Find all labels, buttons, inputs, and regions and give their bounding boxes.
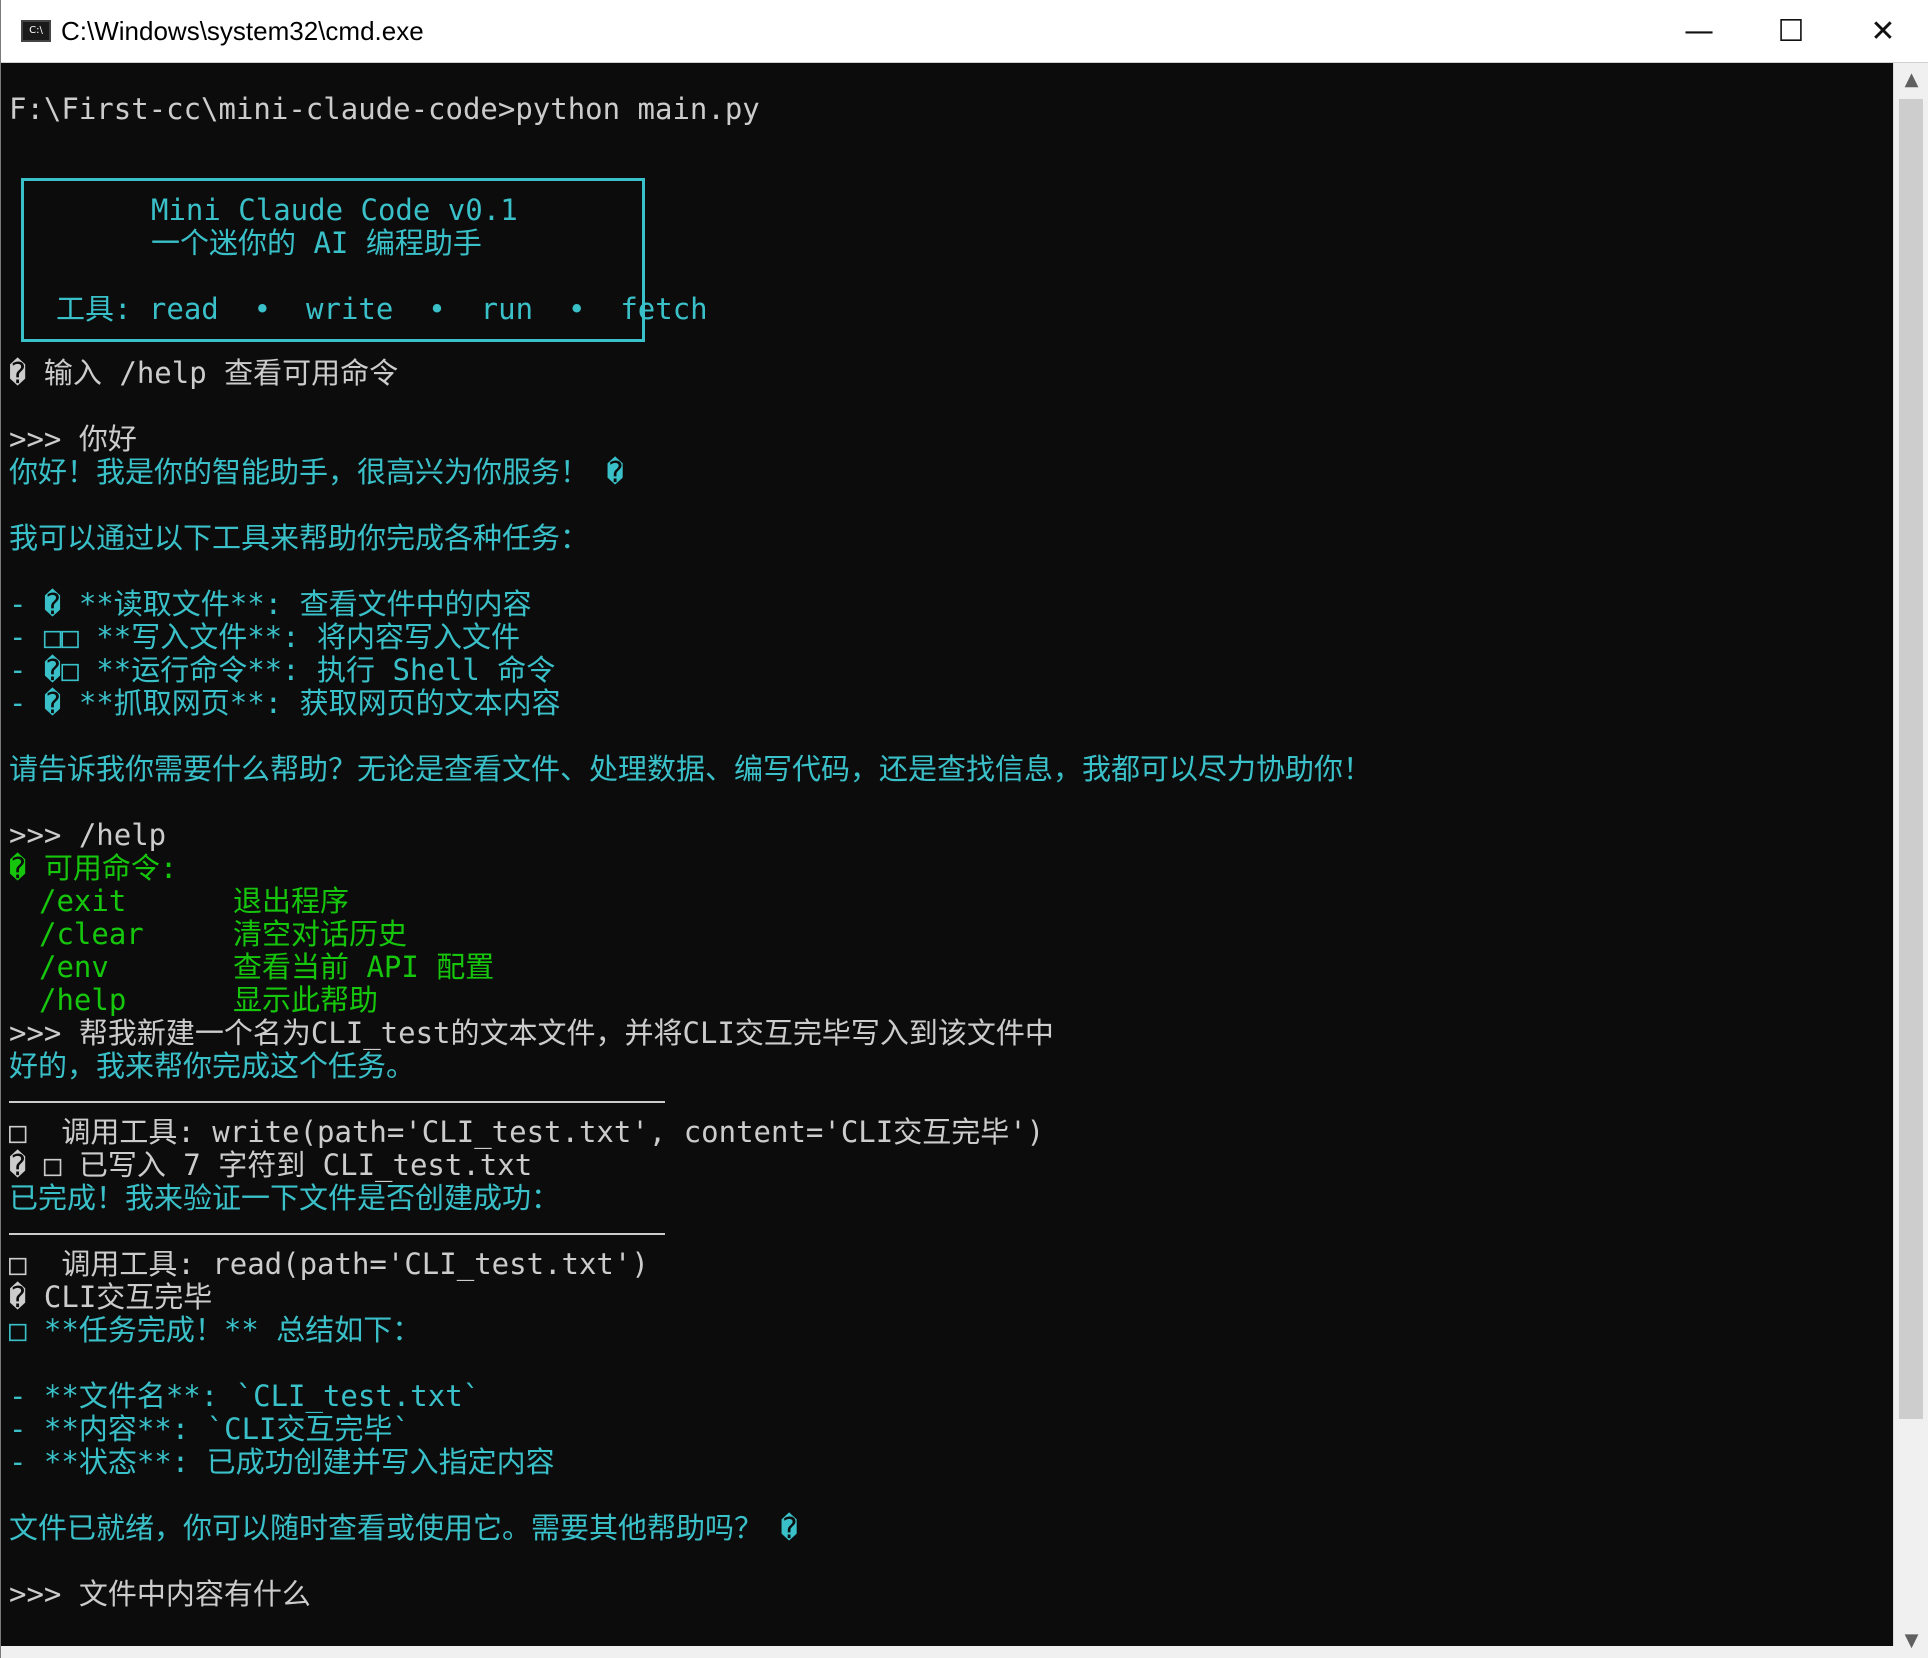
user-input-3: >>> 帮我新建一个名为CLI_test的文本文件，并将CLI交互完毕写入到该文… (9, 1016, 1054, 1050)
assistant-reply-3-bullet2: - **内容**: `CLI交互完毕` (9, 1412, 410, 1446)
banner-tools: 工具: read • write • run • fetch (56, 292, 708, 326)
scroll-down-button[interactable]: ▼ (1894, 1624, 1928, 1658)
close-button[interactable]: ✕ (1837, 0, 1928, 62)
tool-result-read: � CLI交互完毕 (9, 1280, 213, 1314)
bottom-edge (1, 1646, 1894, 1658)
assistant-reply-3-bullet3: - **状态**: 已成功创建并写入指定内容 (9, 1445, 555, 1479)
banner-title: Mini Claude Code v0.1 (151, 193, 518, 227)
separator-rule-2 (9, 1233, 665, 1235)
assistant-reply-1-bullet3: - �□ **运行命令**: 执行 Shell 命令 (9, 653, 556, 687)
console-output[interactable]: F:\First-cc\mini-claude-code>python main… (1, 63, 1894, 1646)
assistant-reply-3-line3: □ **任务完成！** 总结如下： (9, 1313, 422, 1347)
vertical-scrollbar[interactable]: ▲ ▼ (1893, 63, 1928, 1658)
help-desc-exit: 退出程序 (233, 884, 350, 918)
user-input-2: >>> /help (9, 818, 167, 852)
banner-subtitle: 一个迷你的 AI 编程助手 (151, 226, 482, 260)
assistant-reply-1-line1: 你好！我是你的智能助手，很高兴为你服务！ � (9, 455, 624, 489)
assistant-reply-1-bullet1: - � **读取文件**: 查看文件中的内容 (9, 587, 532, 621)
shell-prompt-line: F:\First-cc\mini-claude-code>python main… (9, 92, 760, 126)
maximize-icon: ☐ (1777, 13, 1805, 49)
help-cmd-clear: /clear (39, 917, 144, 951)
cmd-window: C:\ C:\Windows\system32\cmd.exe — ☐ ✕ F:… (0, 0, 1928, 1658)
console-icon: C:\ (21, 20, 51, 42)
tool-call-write: □ 调用工具: write(path='CLI_test.txt', conte… (9, 1115, 1045, 1149)
title-bar[interactable]: C:\ C:\Windows\system32\cmd.exe — ☐ ✕ (1, 0, 1928, 63)
minimize-icon: — (1684, 13, 1714, 49)
help-hint: � 输入 /help 查看可用命令 (9, 356, 399, 390)
help-desc-env: 查看当前 API 配置 (233, 950, 495, 984)
assistant-reply-3-bullet1: - **文件名**: `CLI_test.txt` (9, 1379, 481, 1413)
assistant-reply-1-line3: 请告诉我你需要什么帮助？无论是查看文件、处理数据、编写代码，还是查找信息，我都可… (9, 752, 1373, 786)
help-desc-help: 显示此帮助 (233, 983, 379, 1017)
help-cmd-exit: /exit (39, 884, 127, 918)
scroll-thumb[interactable] (1899, 99, 1923, 1419)
assistant-reply-1-line2: 我可以通过以下工具来帮助你完成各种任务： (9, 521, 590, 555)
assistant-reply-3-line2: 已完成！我来验证一下文件是否创建成功： (9, 1181, 561, 1215)
separator-rule-1 (9, 1101, 665, 1103)
window-title: C:\Windows\system32\cmd.exe (61, 15, 424, 46)
help-cmd-help: /help (39, 983, 127, 1017)
close-icon: ✕ (1870, 13, 1896, 49)
help-title: � 可用命令: (9, 851, 178, 885)
tool-call-read: □ 调用工具: read(path='CLI_test.txt') (9, 1247, 649, 1281)
minimize-button[interactable]: — (1653, 0, 1745, 62)
maximize-button[interactable]: ☐ (1745, 0, 1837, 62)
assistant-reply-1-bullet4: - � **抓取网页**: 获取网页的文本内容 (9, 686, 561, 720)
assistant-reply-3-line4: 文件已就绪，你可以随时查看或使用它。需要其他帮助吗？ � (9, 1511, 798, 1545)
assistant-reply-3-line1: 好的，我来帮你完成这个任务。 (9, 1049, 416, 1083)
window-controls: — ☐ ✕ (1653, 0, 1928, 62)
help-cmd-env: /env (39, 950, 109, 984)
user-input-4: >>> 文件中内容有什么 (9, 1577, 311, 1611)
help-desc-clear: 清空对话历史 (233, 917, 408, 951)
scroll-up-button[interactable]: ▲ (1894, 63, 1928, 97)
user-input-1: >>> 你好 (9, 422, 137, 456)
tool-result-write: � □ 已写入 7 字符到 CLI_test.txt (9, 1148, 533, 1182)
assistant-reply-1-bullet2: - □□ **写入文件**: 将内容写入文件 (9, 620, 521, 654)
